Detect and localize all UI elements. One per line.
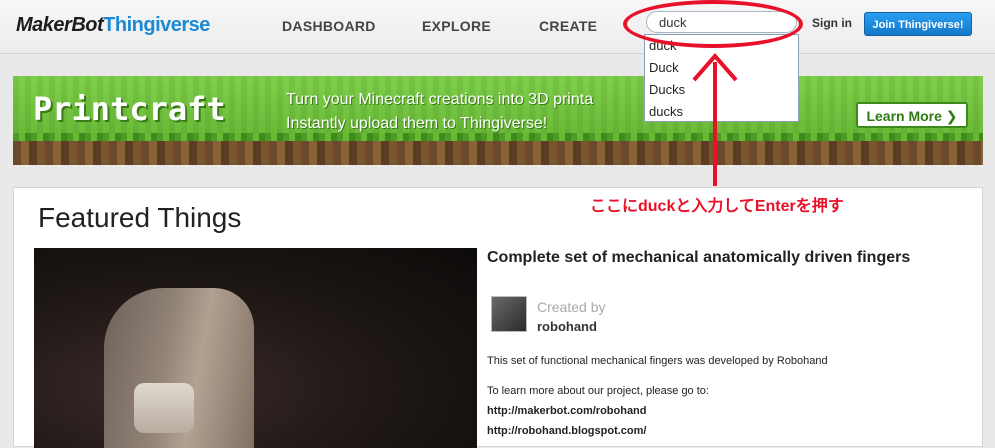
featured-panel: Featured Things Complete set of mechanic… [13, 187, 983, 448]
site-logo[interactable]: MakerBotThingiverse [16, 14, 210, 37]
autocomplete-item[interactable]: Duck [645, 57, 798, 79]
learn-more-text: To learn more about our project, please … [487, 385, 709, 397]
featured-thing-image[interactable] [34, 248, 477, 448]
top-navigation-bar: MakerBotThingiverse DASHBOARD EXPLORE CR… [0, 0, 995, 54]
annotation-ellipse [623, 0, 803, 48]
avatar[interactable] [491, 296, 527, 332]
sign-in-link[interactable]: Sign in [812, 16, 852, 30]
created-by-label: Created by [537, 299, 606, 315]
join-button[interactable]: Join Thingiverse! [864, 12, 972, 36]
nav-create[interactable]: CREATE [539, 18, 597, 34]
author-link[interactable]: robohand [537, 319, 597, 334]
project-link-makerbot[interactable]: http://makerbot.com/robohand [487, 405, 647, 417]
banner-dirt-strip [13, 141, 983, 165]
thing-description: This set of functional mechanical finger… [487, 355, 828, 367]
banner-text-line2: Instantly upload them to Thingiverse! [286, 115, 548, 132]
mechanical-finger-device [134, 383, 194, 433]
banner-title: Printcraft [33, 90, 226, 128]
autocomplete-item[interactable]: Ducks [645, 79, 798, 101]
thing-title[interactable]: Complete set of mechanical anatomically … [487, 248, 937, 268]
logo-thingiverse: Thingiverse [103, 14, 210, 36]
annotation-instruction: ここにduckと入力してEnterを押す [590, 192, 844, 216]
banner-text-line1: Turn your Minecraft creations into 3D pr… [286, 91, 594, 108]
autocomplete-item[interactable]: ducks [645, 101, 798, 123]
learn-more-button[interactable]: Learn More ❯ [856, 102, 968, 128]
project-link-blog[interactable]: http://robohand.blogspot.com/ [487, 425, 646, 437]
banner-grass-strip [13, 133, 983, 141]
featured-heading: Featured Things [38, 202, 242, 233]
printcraft-banner[interactable]: Printcraft Turn your Minecraft creations… [13, 76, 983, 165]
logo-makerbot: MakerBot [16, 14, 104, 36]
nav-dashboard[interactable]: DASHBOARD [282, 18, 376, 34]
nav-explore[interactable]: EXPLORE [422, 18, 491, 34]
